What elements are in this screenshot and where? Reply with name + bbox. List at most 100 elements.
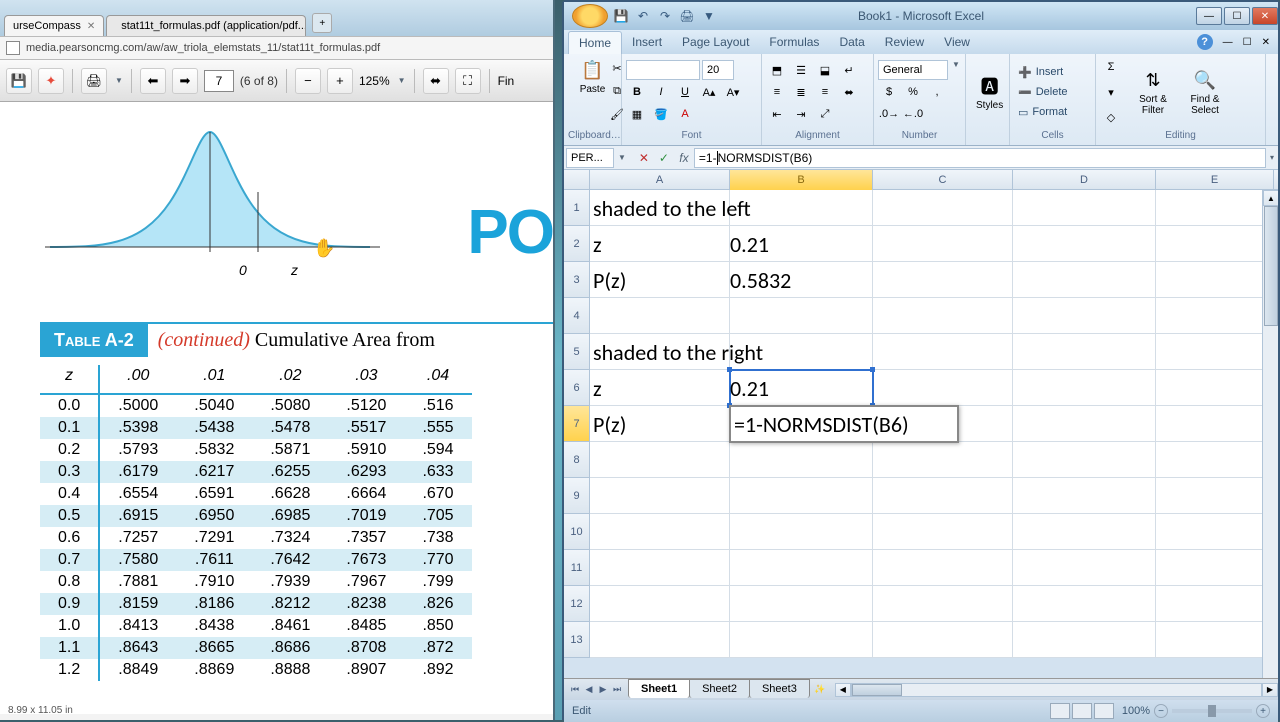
align-right-icon[interactable]: ≡ xyxy=(814,82,836,102)
cell[interactable] xyxy=(873,514,1013,550)
cell[interactable] xyxy=(873,262,1013,298)
cell[interactable] xyxy=(730,478,873,514)
cell[interactable] xyxy=(1156,370,1274,406)
qat-more-icon[interactable]: ▼ xyxy=(700,7,718,25)
font-color-icon[interactable]: A xyxy=(674,104,696,124)
row-header-1[interactable]: 1 xyxy=(564,190,590,226)
mdi-restore-icon[interactable]: ☐ xyxy=(1243,37,1252,48)
zoom-slider-thumb[interactable] xyxy=(1208,705,1216,717)
cut-icon[interactable]: ✂ xyxy=(606,58,628,78)
close-button[interactable]: ✕ xyxy=(1252,7,1278,25)
cell[interactable] xyxy=(1156,550,1274,586)
cell[interactable] xyxy=(873,226,1013,262)
cell[interactable] xyxy=(1156,514,1274,550)
col-header-E[interactable]: E xyxy=(1156,170,1274,190)
borders-icon[interactable]: ▦ xyxy=(626,104,648,124)
sheet-tab-sheet2[interactable]: Sheet2 xyxy=(689,679,750,698)
col-header-A[interactable]: A xyxy=(590,170,730,190)
browser-tab-1[interactable]: urseCompass✕ xyxy=(4,15,104,36)
cell[interactable] xyxy=(873,370,1013,406)
scroll-thumb[interactable] xyxy=(1264,206,1278,326)
cell[interactable] xyxy=(590,298,730,334)
align-left-icon[interactable]: ≡ xyxy=(766,82,788,102)
zoom-out-icon[interactable]: − xyxy=(295,68,321,94)
cell[interactable] xyxy=(1156,298,1274,334)
cell[interactable] xyxy=(873,622,1013,658)
minimize-button[interactable]: — xyxy=(1196,7,1222,25)
sheet-tab-sheet1[interactable]: Sheet1 xyxy=(628,679,690,698)
cell[interactable] xyxy=(590,622,730,658)
cell[interactable] xyxy=(1013,190,1156,226)
orientation-icon[interactable]: ⤢ xyxy=(814,104,836,124)
cell[interactable] xyxy=(1156,406,1274,442)
next-page-icon[interactable]: ➡ xyxy=(172,68,198,94)
cell[interactable] xyxy=(1156,622,1274,658)
page-number-input[interactable] xyxy=(204,70,234,92)
cell[interactable] xyxy=(590,442,730,478)
align-middle-icon[interactable]: ☰ xyxy=(790,60,812,80)
view-layout-icon[interactable] xyxy=(1072,703,1092,719)
expand-formula-bar-icon[interactable]: ▾ xyxy=(1266,153,1278,162)
print-icon[interactable]: 🖨 xyxy=(81,68,107,94)
grow-font-icon[interactable]: A▴ xyxy=(698,82,720,102)
cell[interactable] xyxy=(1013,370,1156,406)
fill-icon[interactable]: ▾ xyxy=(1100,82,1122,102)
vertical-scrollbar[interactable]: ▲ xyxy=(1262,190,1278,678)
cell-B2[interactable]: 0.21 xyxy=(730,226,873,262)
copy-icon[interactable]: ⧉ xyxy=(606,81,628,101)
row-header-10[interactable]: 10 xyxy=(564,514,590,550)
align-center-icon[interactable]: ≣ xyxy=(790,82,812,102)
prev-page-icon[interactable]: ⬅ xyxy=(140,68,166,94)
new-sheet-icon[interactable]: ✨ xyxy=(813,682,827,698)
cell[interactable] xyxy=(1013,478,1156,514)
url-text[interactable]: media.pearsoncmg.com/aw/aw_triola_elemst… xyxy=(26,42,380,54)
cell[interactable] xyxy=(1013,586,1156,622)
help-icon[interactable]: ? xyxy=(1197,34,1213,50)
cell-A6[interactable]: z xyxy=(590,370,730,406)
cell[interactable] xyxy=(1013,334,1156,370)
cell[interactable] xyxy=(873,334,1013,370)
save-icon[interactable]: 💾 xyxy=(612,7,630,25)
cell[interactable] xyxy=(1156,226,1274,262)
horizontal-scrollbar[interactable]: ◀ ▶ xyxy=(835,682,1278,698)
delete-cells-button[interactable]: ➖Delete xyxy=(1014,85,1072,100)
cell[interactable] xyxy=(1013,298,1156,334)
row-header-5[interactable]: 5 xyxy=(564,334,590,370)
cell[interactable] xyxy=(1013,406,1156,442)
editing-cell-b7[interactable]: =1-NORMSDIST(B6) xyxy=(729,405,959,443)
zoom-in-button[interactable]: + xyxy=(1256,704,1270,718)
row-header-12[interactable]: 12 xyxy=(564,586,590,622)
redo-icon[interactable]: ↷ xyxy=(656,7,674,25)
cell[interactable] xyxy=(730,586,873,622)
name-box[interactable]: PER... xyxy=(566,148,614,168)
styles-button[interactable]: 🅰 Styles xyxy=(970,72,1009,113)
prev-sheet-icon[interactable]: ◀ xyxy=(582,682,596,698)
underline-button[interactable]: U xyxy=(674,82,696,102)
cell[interactable] xyxy=(730,550,873,586)
cell[interactable] xyxy=(730,442,873,478)
ribbon-tab-view[interactable]: View xyxy=(934,31,980,53)
ribbon-tab-data[interactable]: Data xyxy=(829,31,874,53)
new-tab-button[interactable]: + xyxy=(312,13,332,33)
number-format-select[interactable] xyxy=(878,60,948,80)
ribbon-tab-page-layout[interactable]: Page Layout xyxy=(672,31,759,53)
cell[interactable] xyxy=(1156,478,1274,514)
close-icon[interactable]: ✕ xyxy=(87,21,95,32)
align-bottom-icon[interactable]: ⬓ xyxy=(814,60,836,80)
font-size-input[interactable] xyxy=(702,60,734,80)
save-icon[interactable]: 💾 xyxy=(6,68,32,94)
cell-A1[interactable]: shaded to the left xyxy=(590,190,870,226)
cell[interactable] xyxy=(590,514,730,550)
zoom-in-icon[interactable]: + xyxy=(327,68,353,94)
col-header-D[interactable]: D xyxy=(1013,170,1156,190)
cell[interactable] xyxy=(1013,226,1156,262)
cell[interactable] xyxy=(1156,586,1274,622)
comma-icon[interactable]: , xyxy=(926,82,948,102)
cell[interactable] xyxy=(1013,514,1156,550)
cell[interactable] xyxy=(1156,334,1274,370)
italic-button[interactable]: I xyxy=(650,82,672,102)
name-box-dropdown-icon[interactable]: ▼ xyxy=(616,153,626,162)
ribbon-tab-review[interactable]: Review xyxy=(875,31,934,53)
bold-button[interactable]: B xyxy=(626,82,648,102)
select-all-corner[interactable] xyxy=(564,170,590,189)
